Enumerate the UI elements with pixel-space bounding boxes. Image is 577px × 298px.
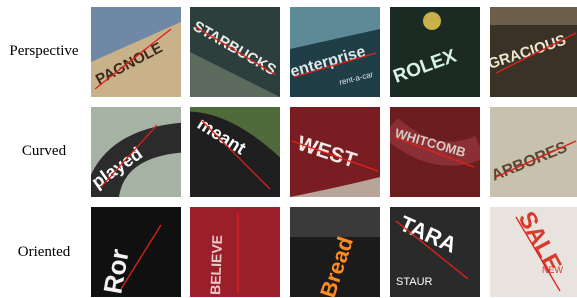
sample-image-curved-1: played <box>91 107 181 197</box>
svg-text:BELIEVE: BELIEVE <box>207 235 225 295</box>
sample-image-oriented-5: SALE NEW <box>490 207 577 297</box>
sample-image-perspective-5: GRACIOUS <box>490 7 577 97</box>
sample-image-perspective-1: PAGNOLE <box>91 7 181 97</box>
sample-image-curved-3: WEST <box>290 107 380 197</box>
row-label-oriented: Oriented <box>17 244 71 260</box>
sample-image-perspective-4: ROLEX <box>390 7 480 97</box>
sample-image-perspective-3: enterprise rent-a-car <box>290 7 380 97</box>
sample-image-curved-2: meant <box>190 107 280 197</box>
sample-image-oriented-4: TARA STAUR <box>390 207 480 297</box>
sample-image-oriented-3: Bread <box>290 207 380 297</box>
svg-text:STAUR: STAUR <box>396 276 433 288</box>
sample-image-perspective-2: STARBUCKS <box>190 7 280 97</box>
sample-image-oriented-1: Ror <box>91 207 181 297</box>
sample-image-oriented-2: BELIEVE <box>190 207 280 297</box>
sample-image-curved-4: WHITCOMB <box>390 107 480 197</box>
sample-image-curved-5: ARBORES <box>490 107 577 197</box>
row-label-curved: Curved <box>21 143 67 159</box>
row-label-perspective: Perspective <box>9 43 79 59</box>
